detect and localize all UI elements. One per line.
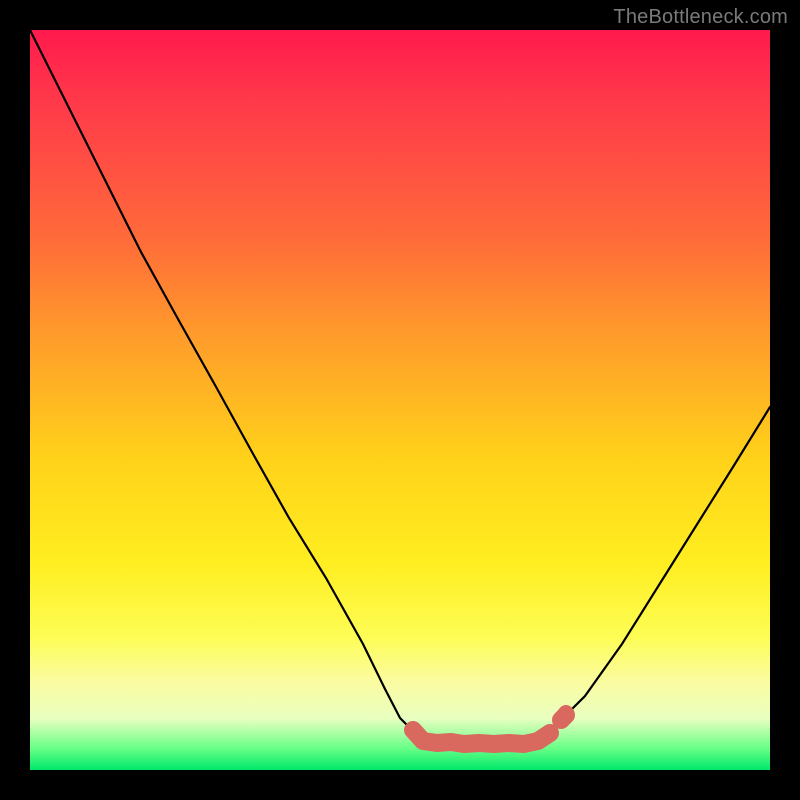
plateau-end-dot bbox=[558, 705, 574, 721]
plot-area bbox=[30, 30, 770, 770]
watermark-text: TheBottleneck.com bbox=[613, 6, 788, 29]
optimal-plateau bbox=[413, 715, 566, 744]
bottleneck-curve bbox=[30, 30, 770, 740]
chart-frame: TheBottleneck.com bbox=[0, 0, 800, 800]
curve-layer bbox=[30, 30, 770, 770]
